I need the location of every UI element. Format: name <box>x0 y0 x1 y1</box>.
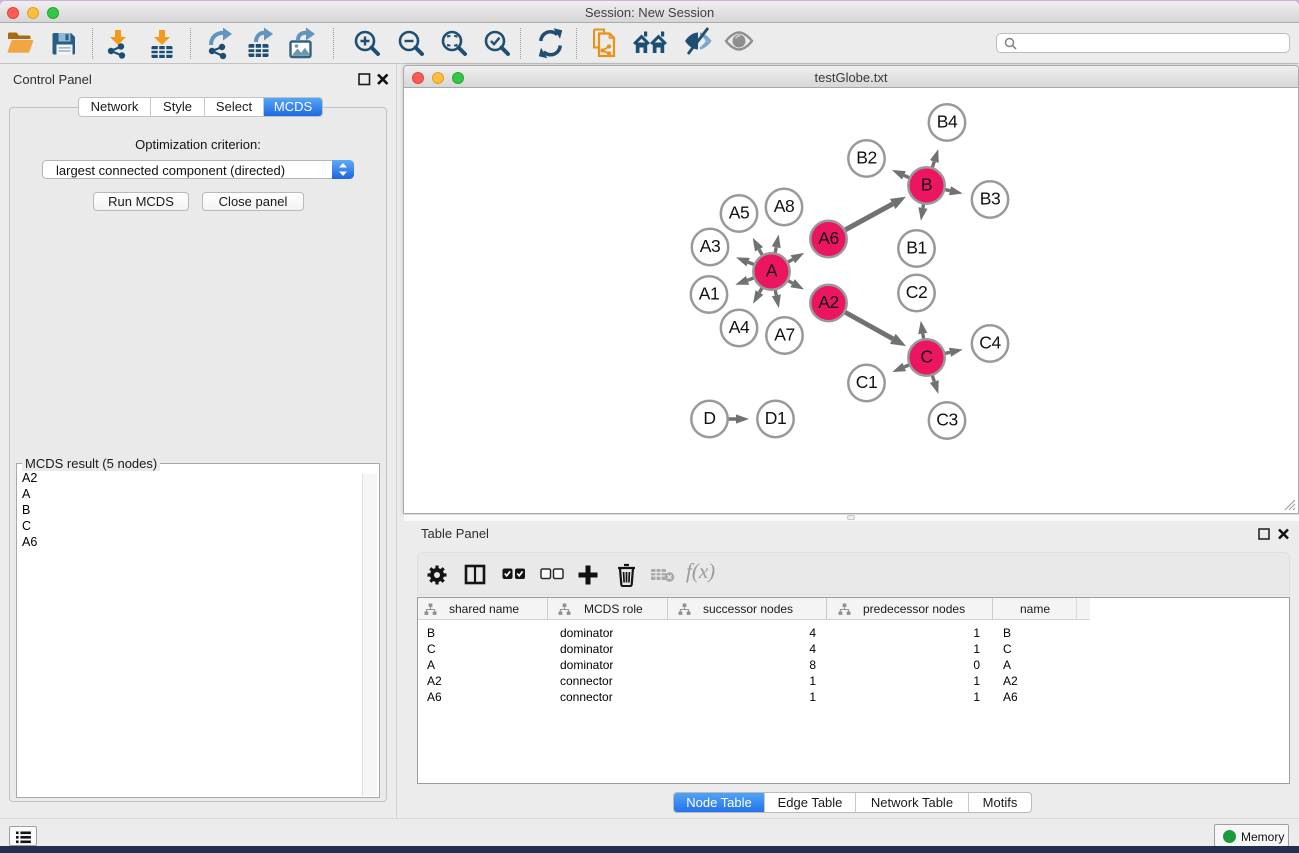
svg-text:A1: A1 <box>699 283 720 303</box>
svg-text:B4: B4 <box>937 111 958 131</box>
svg-text:B: B <box>921 174 932 194</box>
svg-text:A2: A2 <box>818 292 839 312</box>
svg-text:C: C <box>920 346 932 366</box>
svg-text:A: A <box>766 260 778 280</box>
svg-text:B1: B1 <box>906 237 927 257</box>
svg-text:D1: D1 <box>765 408 787 428</box>
svg-text:A8: A8 <box>774 196 795 216</box>
svg-text:A3: A3 <box>700 236 721 256</box>
svg-text:B3: B3 <box>980 188 1001 208</box>
svg-text:A7: A7 <box>774 324 795 344</box>
svg-text:A5: A5 <box>729 202 750 222</box>
svg-text:B2: B2 <box>856 147 877 167</box>
svg-text:C1: C1 <box>856 372 878 392</box>
svg-text:A6: A6 <box>818 228 839 248</box>
svg-text:A4: A4 <box>729 317 750 337</box>
svg-text:D: D <box>703 408 715 428</box>
svg-text:C4: C4 <box>979 332 1001 352</box>
svg-text:C2: C2 <box>906 282 928 302</box>
svg-text:C3: C3 <box>936 409 958 429</box>
